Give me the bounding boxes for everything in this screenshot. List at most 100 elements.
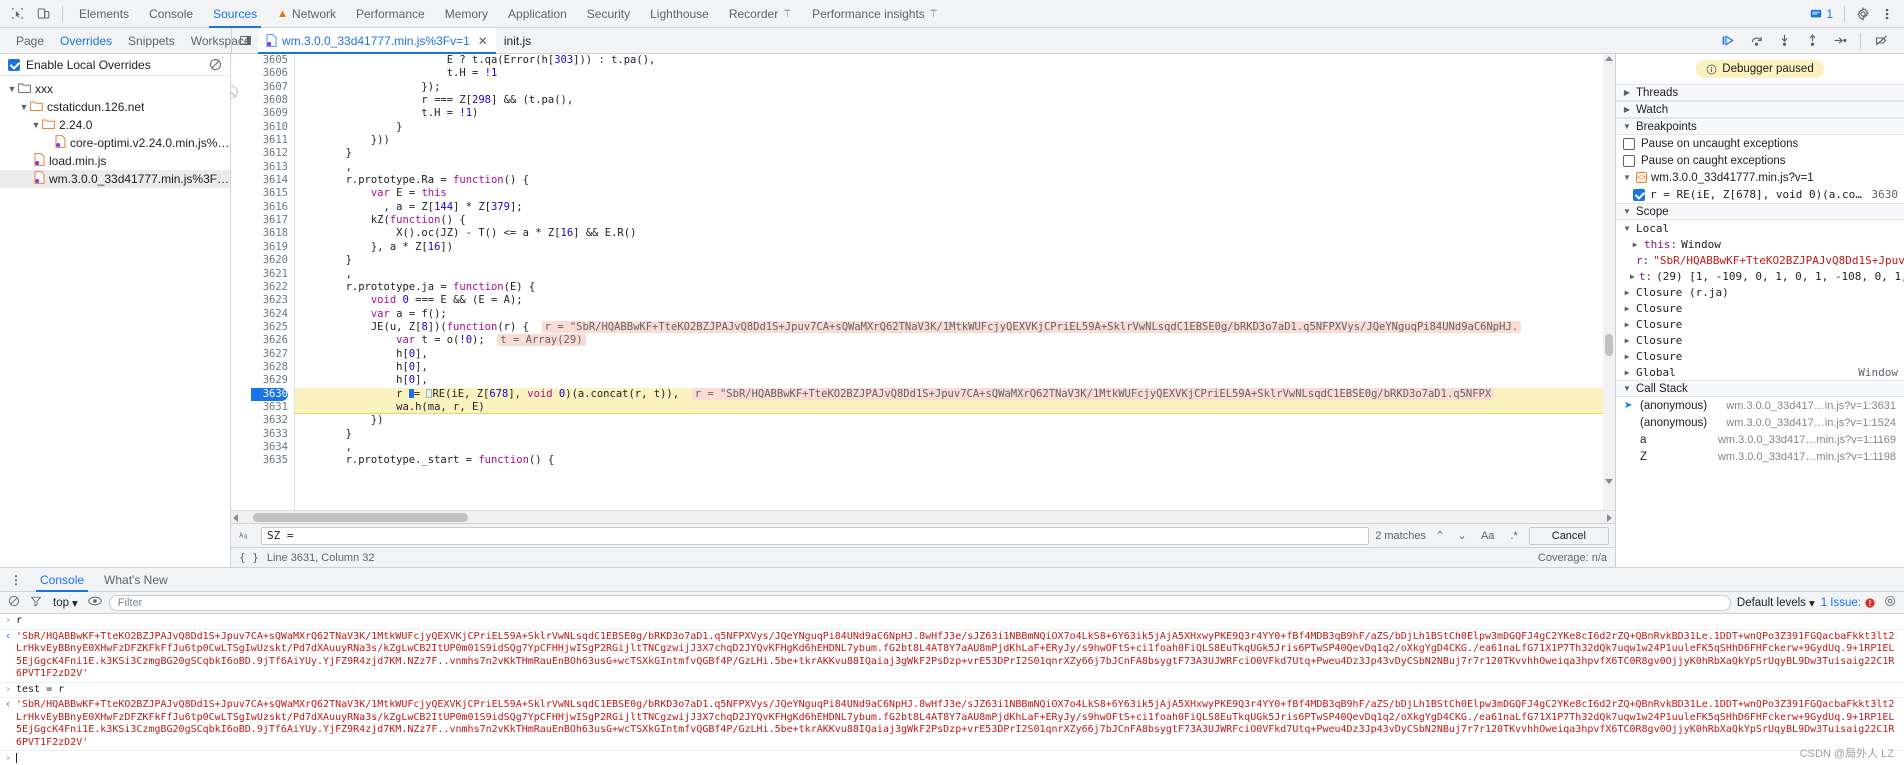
expand-triangle-icon[interactable]: ▶ xyxy=(1622,304,1632,313)
line-number[interactable]: 3624 xyxy=(251,308,288,321)
expand-triangle-icon[interactable]: ▶ xyxy=(1622,288,1632,297)
search-prev-icon[interactable]: ⌃ xyxy=(1432,529,1448,542)
console-prompt[interactable]: › xyxy=(0,751,1904,765)
clear-configuration-icon[interactable] xyxy=(206,56,224,74)
code-line[interactable]: r.prototype.Ra = function() { xyxy=(295,174,1603,187)
tab-lighthouse[interactable]: Lighthouse xyxy=(640,0,719,28)
deactivate-breakpoints-icon[interactable] xyxy=(1868,29,1894,53)
tree-node-cstaticdun[interactable]: ▼ cstaticdun.126.net xyxy=(0,98,230,116)
drawer-tab-console[interactable]: Console xyxy=(31,568,93,592)
search-cancel-button[interactable]: Cancel xyxy=(1528,526,1609,545)
h-scroll-thumb[interactable] xyxy=(253,513,468,522)
line-number[interactable]: 3609 xyxy=(251,107,288,120)
scope-prop-r[interactable]: r: "SbR/HQABBwKF+TteKO2BZJPAJvQ8Dd1S+Jpu… xyxy=(1616,252,1904,268)
tree-node-core-optimi[interactable]: core-optimi.v2.24.0.min.js%3Fv=1 xyxy=(0,134,230,152)
line-number[interactable]: 3617 xyxy=(251,214,288,227)
code-line[interactable]: r = RE(iE, Z[678], void 0)(a.concat(r, t… xyxy=(295,387,1603,401)
step-icon[interactable] xyxy=(1827,29,1853,53)
code-line[interactable]: X().oc(JZ) - T() <= a * Z[16] && E.R() xyxy=(295,227,1603,240)
match-case-toggle[interactable]: Aa xyxy=(1476,530,1499,542)
tab-network[interactable]: ▲ Network xyxy=(267,0,346,28)
pause-on-uncaught-exceptions-row[interactable]: Pause on uncaught exceptions xyxy=(1616,135,1904,152)
line-number[interactable]: 3606 xyxy=(251,67,288,80)
line-number[interactable]: 3635 xyxy=(251,454,288,467)
code-line[interactable]: var a = f(); xyxy=(295,308,1603,321)
console-context-selector[interactable]: top ▾ xyxy=(50,596,81,610)
code-line[interactable]: } xyxy=(295,428,1603,441)
line-number[interactable]: 3615 xyxy=(251,187,288,200)
line-number[interactable]: 3634 xyxy=(251,441,288,454)
scope-prop-this[interactable]: ▶ this: Window xyxy=(1616,236,1904,252)
code-line[interactable]: , a = Z[144] * Z[379]; xyxy=(295,201,1603,214)
line-number[interactable]: 3614 xyxy=(251,174,288,187)
code-line[interactable]: r.prototype._start = function() { xyxy=(295,454,1603,467)
section-threads[interactable]: ▶ Threads xyxy=(1616,84,1904,101)
line-number[interactable]: 3618 xyxy=(251,227,288,240)
expand-triangle-icon[interactable]: ▼ xyxy=(6,84,18,94)
resume-script-execution-icon[interactable] xyxy=(1715,29,1741,53)
expand-triangle-icon[interactable]: ▼ xyxy=(1622,173,1632,182)
code-line[interactable]: t.H = !1 xyxy=(295,67,1603,80)
scroll-down-arrow-icon[interactable] xyxy=(1605,479,1613,484)
enable-local-overrides-checkbox[interactable] xyxy=(8,58,20,71)
code-line[interactable]: h[0], xyxy=(295,374,1603,387)
console-settings-gear-icon[interactable] xyxy=(1882,595,1898,610)
scope-group-local[interactable]: ▼ Local xyxy=(1616,220,1904,236)
line-number[interactable]: 3632 xyxy=(251,414,288,427)
code-line[interactable]: })) xyxy=(295,134,1603,147)
breakpoint-entry-row[interactable]: r = RE(iE, Z[678], void 0)(a.concat(r, t… xyxy=(1616,186,1904,203)
tab-recorder[interactable]: Recorder ⚚ xyxy=(719,0,802,28)
expand-triangle-icon[interactable]: ▼ xyxy=(18,102,30,112)
inspect-element-icon[interactable] xyxy=(4,1,30,27)
expand-triangle-icon[interactable]: ▶ xyxy=(1622,336,1632,345)
editor-tab-wm-min-js[interactable]: wm.3.0.0_33d41777.min.js%3Fv=1 ✕ xyxy=(258,27,496,54)
expand-triangle-icon[interactable]: ▶ xyxy=(1630,240,1640,249)
code-line[interactable]: } xyxy=(295,147,1603,160)
scroll-right-arrow-icon[interactable] xyxy=(1607,514,1612,522)
code-line[interactable]: var t = o(!0); t = Array(29) xyxy=(295,334,1603,347)
editor-vertical-scrollbar[interactable] xyxy=(1603,54,1615,510)
call-stack-frame-3[interactable]: Z wm.3.0.0_33d417…min.js?v=1:1198 xyxy=(1616,448,1904,465)
toggle-device-toolbar-icon[interactable] xyxy=(30,1,56,27)
code-line[interactable]: kZ(function() { xyxy=(295,214,1603,227)
scope-prop-t[interactable]: ▶ t: (29) [1, -109, 0, 1, 0, 1, -108, 0,… xyxy=(1616,268,1904,284)
tab-performance[interactable]: Performance xyxy=(346,0,435,28)
line-number[interactable]: 3629 xyxy=(251,374,288,387)
line-number[interactable]: 3631 xyxy=(251,401,288,414)
tree-node-wm-min-js[interactable]: wm.3.0.0_33d41777.min.js%3Fv=1 xyxy=(0,170,230,188)
console-issues-link[interactable]: 1 Issue: xyxy=(1821,597,1876,609)
line-number[interactable]: 3608 xyxy=(251,94,288,107)
line-number[interactable]: 3607 xyxy=(251,81,288,94)
console-settings-filter-icon[interactable] xyxy=(28,595,44,610)
pretty-print-icon[interactable]: { } xyxy=(239,551,259,564)
scope-group-closure[interactable]: ▶ Closure xyxy=(1616,348,1904,364)
code-line[interactable]: r === Z[298] && (t.pa(), xyxy=(295,94,1603,107)
code-line[interactable]: } xyxy=(295,121,1603,134)
scroll-thumb[interactable] xyxy=(1605,334,1613,356)
code-line[interactable]: wa.h(ma, r, E) xyxy=(295,400,1603,415)
close-icon[interactable]: ✕ xyxy=(478,34,488,48)
line-number[interactable]: 3623 xyxy=(251,294,288,307)
search-input[interactable]: SZ = xyxy=(261,526,1370,545)
tree-node-xxx[interactable]: ▼ xxx xyxy=(0,80,230,98)
code-line[interactable]: }, a * Z[16]) xyxy=(295,241,1603,254)
line-number[interactable]: 3627 xyxy=(251,348,288,361)
clear-console-icon[interactable] xyxy=(6,595,22,610)
code-line[interactable]: , xyxy=(295,161,1603,174)
code-line[interactable]: t.H = !1) xyxy=(295,107,1603,120)
expand-triangle-icon[interactable]: ▶ xyxy=(1622,320,1632,329)
toggle-navigator-panel-icon[interactable] xyxy=(232,28,258,54)
expand-triangle-icon[interactable]: ▶ xyxy=(1630,272,1635,281)
scope-group-closure[interactable]: ▶ Closure xyxy=(1616,332,1904,348)
line-number[interactable]: 3626 xyxy=(251,334,288,347)
line-number[interactable]: 3605 xyxy=(251,54,288,67)
code-line[interactable]: }) xyxy=(295,414,1603,427)
scroll-left-arrow-icon[interactable] xyxy=(233,514,238,522)
section-call-stack[interactable]: ▼ Call Stack xyxy=(1616,380,1904,397)
tree-node-version[interactable]: ▼ 2.24.0 xyxy=(0,116,230,134)
section-breakpoints[interactable]: ▼ Breakpoints xyxy=(1616,118,1904,135)
line-number[interactable]: 3622 xyxy=(251,281,288,294)
settings-gear-icon[interactable] xyxy=(1852,3,1874,25)
step-out-of-current-function-icon[interactable] xyxy=(1799,29,1825,53)
editor-horizontal-scrollbar[interactable] xyxy=(231,510,1615,523)
